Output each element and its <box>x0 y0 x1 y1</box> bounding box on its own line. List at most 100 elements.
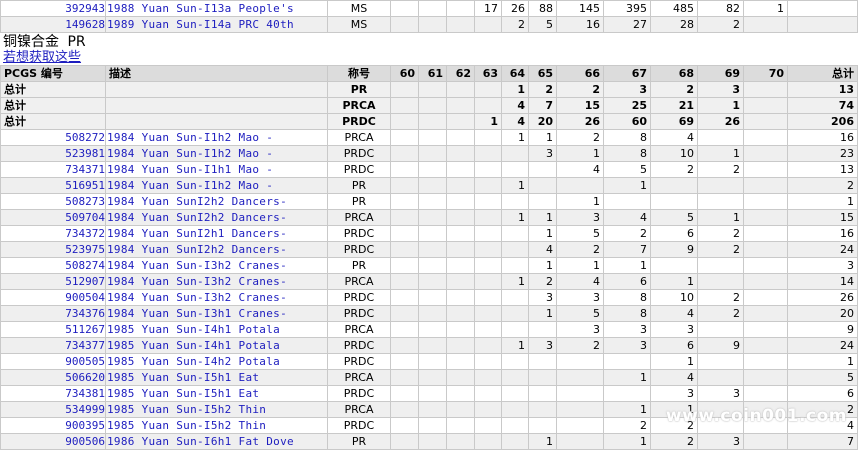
pcgs-link[interactable]: 734377 <box>65 339 104 352</box>
count-cell: 5 <box>603 161 651 178</box>
desc-link[interactable]: 1984 Yuan Sun-I1h2 Mao - <box>107 147 273 160</box>
desc-link[interactable]: 1989 Yuan Sun-I14a PRC 40th <box>107 18 294 31</box>
pcgs-link[interactable]: 516951 <box>65 179 104 192</box>
section-link[interactable]: 若想获取这些 <box>0 51 859 65</box>
count-cell <box>446 145 475 162</box>
count-cell <box>474 321 502 338</box>
desc-link[interactable]: 1984 Yuan Sun-I3h2 Cranes- <box>107 259 287 272</box>
desc-link[interactable]: 1988 Yuan Sun-I13a People's <box>107 2 294 15</box>
count-cell <box>501 305 529 322</box>
desc-link[interactable]: 1986 Yuan Sun-I6h1 Fat Dove <box>107 435 294 448</box>
count-cell: 8 <box>603 129 651 146</box>
count-cell: 3 <box>603 321 651 338</box>
count-cell: 26 <box>556 113 604 130</box>
desc-cell: 1986 Yuan Sun-I6h1 Fat Dove <box>105 433 328 450</box>
count-cell <box>743 193 788 210</box>
desc-link[interactable]: 1984 Yuan Sun-I1h2 Mao - <box>107 179 273 192</box>
desc-link[interactable]: 1984 Yuan Sun-I1h2 Mao - <box>107 131 273 144</box>
total-label: 总计 <box>0 81 106 98</box>
pcgs-link[interactable]: 506620 <box>65 371 104 384</box>
pcgs-link[interactable]: 508272 <box>65 131 104 144</box>
pcgs-link[interactable]: 523981 <box>65 147 104 160</box>
count-cell: 2 <box>501 16 529 33</box>
desc-link[interactable]: 1984 Yuan SunI2h1 Dancers- <box>107 227 287 240</box>
column-header: 64 <box>501 65 529 82</box>
count-cell <box>528 321 557 338</box>
pcgs-link[interactable]: 734381 <box>65 387 104 400</box>
desc-link[interactable]: 1984 Yuan Sun-I3h1 Cranes- <box>107 307 287 320</box>
column-header: 69 <box>697 65 744 82</box>
count-cell: 8 <box>603 305 651 322</box>
count-cell <box>528 401 557 418</box>
desc-link[interactable]: 1984 Yuan SunI2h2 Dancers- <box>107 211 287 224</box>
count-cell <box>474 97 502 114</box>
count-cell: 8 <box>603 145 651 162</box>
desc-link[interactable]: 1984 Yuan SunI2h2 Dancers- <box>107 243 287 256</box>
count-cell <box>446 177 475 194</box>
count-cell <box>501 257 529 274</box>
count-cell <box>743 209 788 226</box>
pcgs-cell: 149628 <box>0 16 106 33</box>
grade-cell: MS <box>327 16 391 33</box>
desc-link[interactable]: 1985 Yuan Sun-I4h2 Potala <box>107 355 280 368</box>
count-cell <box>556 177 604 194</box>
pcgs-link[interactable]: 734376 <box>65 307 104 320</box>
pcgs-link[interactable]: 900505 <box>65 355 104 368</box>
pcgs-link[interactable]: 734372 <box>65 227 104 240</box>
section-title: 铜镍合金 PR <box>0 33 859 51</box>
desc-link[interactable]: 1984 Yuan Sun-I3h2 Cranes- <box>107 291 287 304</box>
grade-cell: PRCA <box>327 369 391 386</box>
pcgs-link[interactable]: 508274 <box>65 259 104 272</box>
pcgs-link[interactable]: 508273 <box>65 195 104 208</box>
desc-cell: 1984 Yuan SunI2h1 Dancers- <box>105 225 328 242</box>
count-cell: 3 <box>650 321 698 338</box>
count-cell <box>474 209 502 226</box>
pcgs-link[interactable]: 512907 <box>65 275 104 288</box>
count-cell: 2 <box>697 241 744 258</box>
desc-link[interactable]: 1985 Yuan Sun-I5h2 Thin <box>107 403 266 416</box>
count-cell: 1 <box>603 177 651 194</box>
count-cell: 24 <box>787 337 858 354</box>
desc-cell: 1984 Yuan Sun-I3h2 Cranes- <box>105 273 328 290</box>
count-cell <box>743 161 788 178</box>
count-cell <box>501 145 529 162</box>
count-cell: 1 <box>501 337 529 354</box>
pcgs-link[interactable]: 149628 <box>65 18 104 31</box>
desc-link[interactable]: 1984 Yuan SunI2h2 Dancers- <box>107 195 287 208</box>
desc-link[interactable]: 1985 Yuan Sun-I5h2 Thin <box>107 419 266 432</box>
pcgs-link[interactable]: 534999 <box>65 403 104 416</box>
count-cell <box>743 353 788 370</box>
grade-cell: PRDC <box>327 305 391 322</box>
count-cell <box>418 129 447 146</box>
count-cell <box>650 193 698 210</box>
desc-link[interactable]: 1985 Yuan Sun-I4h1 Potala <box>107 339 280 352</box>
count-cell: 2 <box>556 337 604 354</box>
count-cell <box>603 353 651 370</box>
count-cell <box>390 161 419 178</box>
pcgs-cell: 900395 <box>0 417 106 434</box>
count-cell: 17 <box>474 0 502 17</box>
pcgs-link[interactable]: 523975 <box>65 243 104 256</box>
pcgs-link[interactable]: 900504 <box>65 291 104 304</box>
count-cell <box>603 193 651 210</box>
count-cell <box>446 401 475 418</box>
count-cell <box>446 209 475 226</box>
count-cell <box>418 417 447 434</box>
pcgs-link[interactable]: 900506 <box>65 435 104 448</box>
desc-link[interactable]: 1985 Yuan Sun-I4h1 Potala <box>107 323 280 336</box>
pcgs-link[interactable]: 509704 <box>65 211 104 224</box>
column-header: 63 <box>474 65 502 82</box>
pcgs-link[interactable]: 392943 <box>65 2 104 15</box>
count-cell: 1 <box>603 433 651 450</box>
count-cell: 395 <box>603 0 651 17</box>
count-cell <box>390 241 419 258</box>
desc-link[interactable]: 1984 Yuan Sun-I1h1 Mao - <box>107 163 273 176</box>
desc-link[interactable]: 1985 Yuan Sun-I5h1 Eat <box>107 371 259 384</box>
desc-link[interactable]: 1985 Yuan Sun-I5h1 Eat <box>107 387 259 400</box>
pcgs-link[interactable]: 734371 <box>65 163 104 176</box>
pcgs-cell: 511267 <box>0 321 106 338</box>
count-cell: 5 <box>787 369 858 386</box>
pcgs-link[interactable]: 511267 <box>65 323 104 336</box>
pcgs-link[interactable]: 900395 <box>65 419 104 432</box>
desc-link[interactable]: 1984 Yuan Sun-I3h2 Cranes- <box>107 275 287 288</box>
